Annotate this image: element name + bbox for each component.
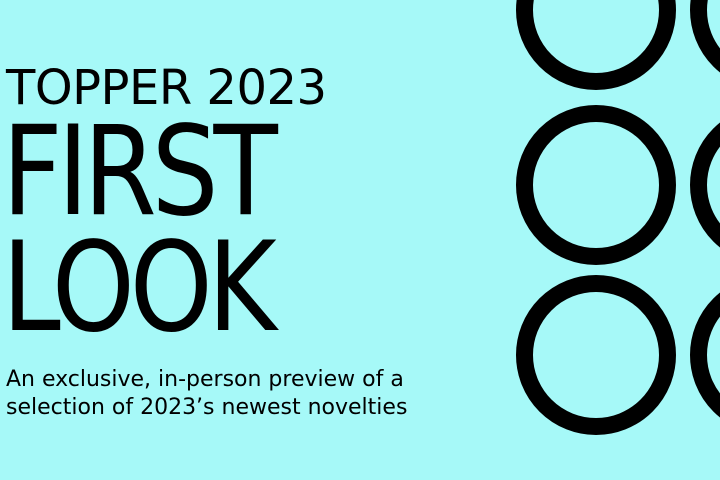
ring-icon	[516, 105, 676, 265]
ring-icon	[690, 292, 720, 418]
decorative-ring-pattern	[516, 0, 720, 435]
event-banner: TOPPER 2023 FIRST LOOK An exclusive, in-…	[0, 0, 720, 480]
ring-icon	[516, 275, 676, 435]
ring-icon	[516, 0, 676, 90]
ring-icon	[690, 122, 720, 248]
ring-icon	[690, 0, 720, 73]
